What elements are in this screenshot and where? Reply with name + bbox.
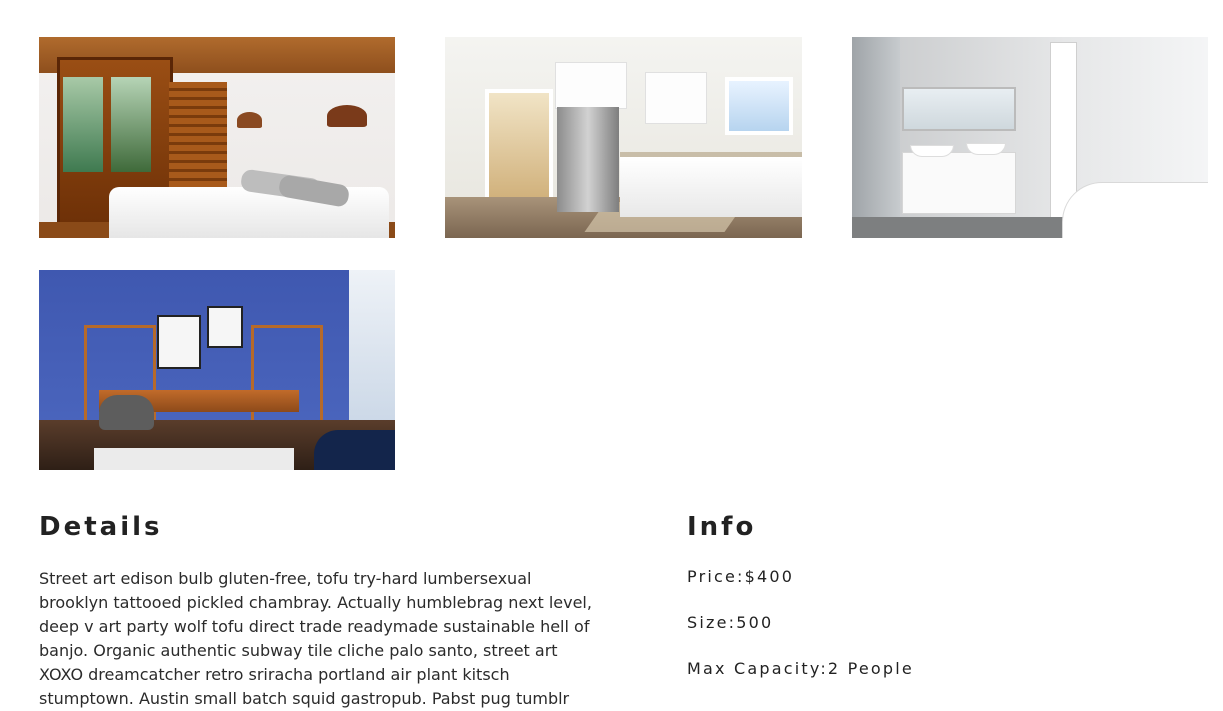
vanity: [902, 152, 1016, 214]
door-window-right: [111, 77, 151, 172]
info-value: $400: [744, 567, 795, 586]
glass-shower: [852, 37, 900, 238]
coffee-table: [94, 448, 294, 470]
room-gallery: [0, 0, 1223, 480]
info-label: Price: [687, 567, 738, 586]
details-description: Street art edison bulb gluten-free, tofu…: [39, 569, 592, 708]
refrigerator: [557, 107, 619, 212]
counter: [620, 152, 802, 217]
info-list: Price:$400 Size:500 Max Capacity:2 Peopl…: [687, 567, 914, 705]
armchair: [314, 430, 395, 470]
upper-cabinet: [555, 62, 627, 109]
details-heading: Details: [39, 512, 163, 542]
bedroom-photo[interactable]: [39, 37, 395, 238]
wall-lamp: [327, 105, 367, 127]
wall-art: [207, 306, 243, 348]
info-item-max-capacity: Max Capacity:2 People: [687, 659, 914, 678]
info-heading: Info: [687, 512, 757, 542]
info-item-price: Price:$400: [687, 567, 795, 586]
kitchen-window: [725, 77, 793, 135]
info-value: 500: [736, 613, 774, 632]
window: [349, 270, 395, 435]
door-window-left: [63, 77, 103, 172]
wall-art: [157, 315, 201, 369]
info-value: 2 People: [827, 659, 914, 678]
mirror: [902, 87, 1016, 131]
sink: [966, 143, 1006, 155]
office-photo[interactable]: [39, 270, 395, 470]
chair: [99, 395, 154, 430]
kitchen-photo[interactable]: [445, 37, 802, 238]
info-item-size: Size:500: [687, 613, 774, 632]
info-label: Max Capacity: [687, 659, 821, 678]
info-label: Size: [687, 613, 729, 632]
wall-lamp: [237, 112, 262, 128]
sink: [910, 145, 954, 157]
upper-cabinet: [645, 72, 707, 124]
bathroom-photo[interactable]: [852, 37, 1208, 238]
bathtub: [1062, 182, 1208, 238]
